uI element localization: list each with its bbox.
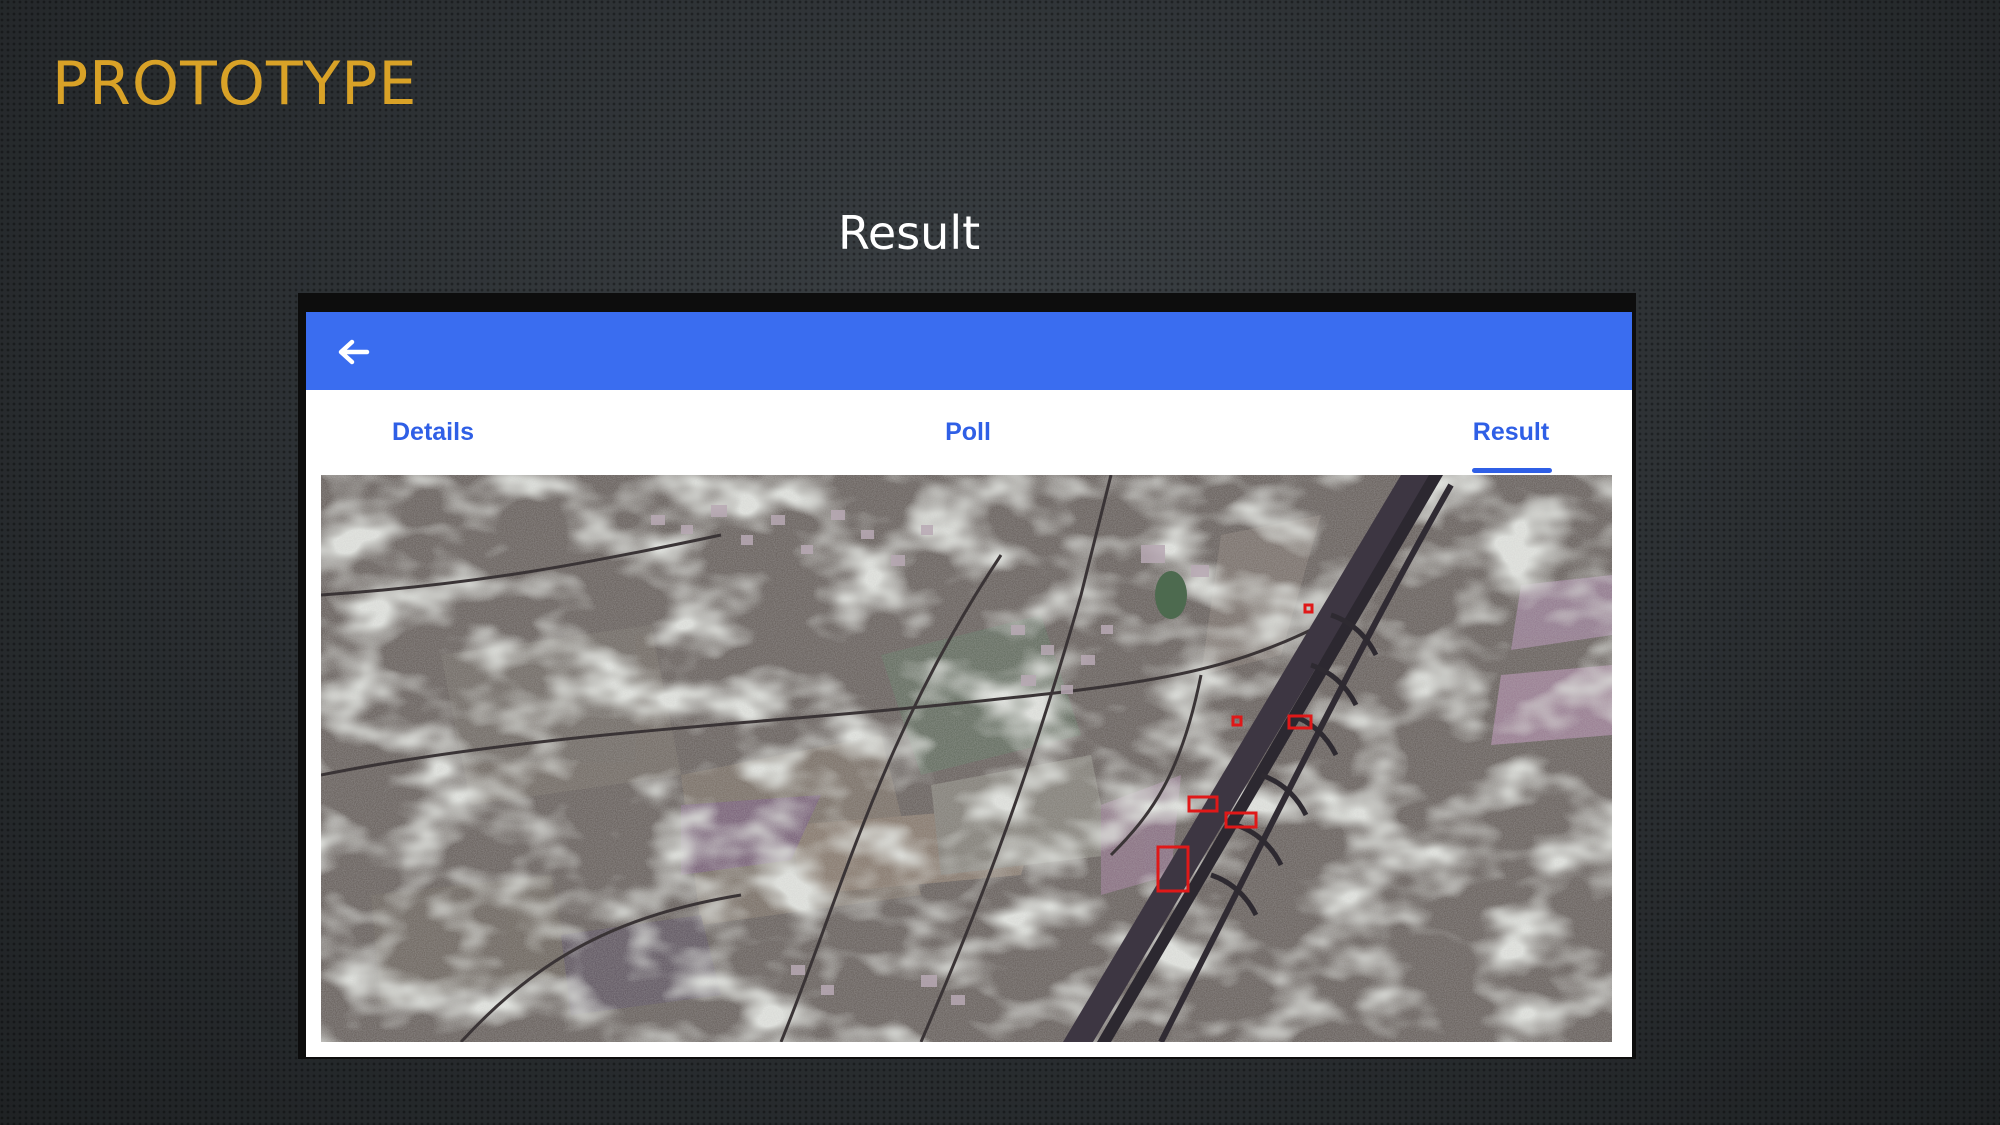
slide-title: PROTOTYPE xyxy=(52,49,418,119)
tab-result[interactable]: Result xyxy=(1456,390,1566,474)
app-screen: Details Poll Result xyxy=(306,312,1632,1057)
slide-subtitle: Result xyxy=(838,206,981,260)
active-tab-indicator xyxy=(1472,468,1552,473)
result-image xyxy=(321,475,1612,1042)
app-bar xyxy=(306,312,1632,390)
tab-details[interactable]: Details xyxy=(366,390,500,474)
back-button[interactable] xyxy=(330,329,376,375)
tab-bar: Details Poll Result xyxy=(306,390,1632,474)
aerial-image xyxy=(321,475,1612,1042)
tab-poll[interactable]: Poll xyxy=(916,390,1020,474)
arrow-left-icon xyxy=(338,339,370,365)
